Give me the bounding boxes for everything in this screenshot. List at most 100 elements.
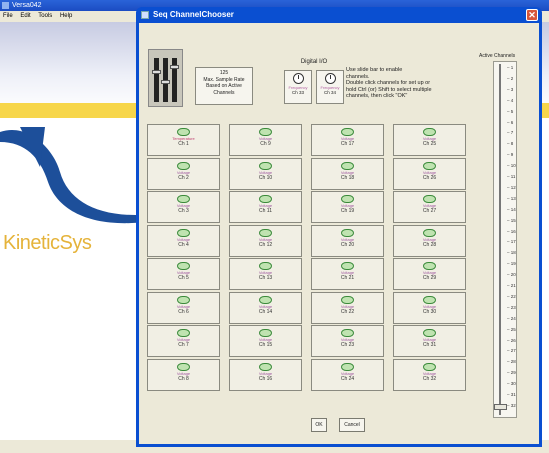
channel-button[interactable]: Voltage Ch 9 [229, 124, 302, 156]
channel-button[interactable]: Voltage Ch 25 [393, 124, 466, 156]
channel-button[interactable]: Voltage Ch 11 [229, 191, 302, 223]
sensor-icon [177, 329, 190, 337]
dialog-title-bar[interactable]: Seq ChannelChooser ✕ [139, 7, 539, 23]
channel-label: Ch 1 [178, 141, 189, 147]
slider-tick-label: – 19 [507, 261, 516, 267]
menu-file[interactable]: File [3, 13, 13, 19]
channel-button[interactable]: Voltage Ch 10 [229, 157, 302, 190]
menu-edit[interactable]: Edit [20, 13, 30, 19]
channel-label: Ch 6 [178, 308, 189, 315]
sensor-icon [177, 362, 190, 371]
channel-button[interactable]: Voltage Ch 15 [229, 325, 302, 357]
channel-label: Ch 10 [258, 174, 273, 181]
close-button[interactable]: ✕ [526, 9, 538, 21]
channel-label: Ch 18 [340, 174, 355, 181]
slider-tick-label: – 28 [507, 359, 516, 365]
channel-button[interactable]: Voltage Ch 16 [229, 358, 302, 391]
channel-button[interactable]: Voltage Ch 22 [311, 291, 384, 324]
channel-button[interactable]: Voltage Ch 2 [147, 157, 220, 190]
sensor-icon [341, 329, 354, 337]
digital-io-label: Digital I/O [300, 59, 328, 65]
slider-tick-label: – 18 [507, 250, 516, 256]
channel-label: Ch 21 [340, 275, 355, 281]
sensor-icon [177, 128, 190, 136]
slider-tick-label: – 25 [507, 326, 516, 332]
channel-label: Ch 15 [258, 342, 273, 348]
digital-channel-33[interactable]: Frequency Ch 33 [284, 70, 312, 104]
digital-channel-34[interactable]: Frequency Ch 34 [316, 70, 344, 104]
channel-label: Ch 32 [422, 375, 437, 382]
channel-label: Ch 2 [178, 174, 189, 181]
channel-button[interactable]: Voltage Ch 7 [147, 325, 220, 357]
slider-tick-label: – 1 [507, 65, 514, 70]
max-sample-rate-button[interactable]: 125 Max. Sample Rate Based on Active Cha… [195, 67, 253, 105]
sensor-icon [177, 228, 190, 237]
sensor-icon [423, 161, 436, 170]
channel-button[interactable]: Voltage Ch 30 [393, 291, 466, 324]
channel-button[interactable]: Voltage Ch 18 [311, 157, 384, 190]
channel-button[interactable]: Voltage Ch 26 [393, 157, 466, 190]
channel-button[interactable]: Voltage Ch 4 [147, 224, 220, 257]
slider-thumb[interactable] [494, 404, 507, 410]
channel-button[interactable]: Voltage Ch 14 [229, 291, 302, 324]
channel-button[interactable]: Temperature Ch 1 [147, 124, 220, 156]
channel-button[interactable]: Voltage Ch 27 [393, 191, 466, 223]
slider-tick-label: – 2 [507, 75, 514, 81]
channel-button[interactable]: Voltage Ch 12 [229, 224, 302, 257]
channel-button[interactable]: Voltage Ch 32 [393, 358, 466, 391]
sensor-icon [259, 262, 272, 270]
sensor-icon [259, 195, 272, 203]
channel-button[interactable]: Voltage Ch 28 [393, 224, 466, 257]
sensor-icon [259, 295, 272, 304]
slider-tick-label: – 30 [507, 381, 516, 387]
active-channels-slider[interactable]: – 1 – 2 – 3 – 4 – 5 – 6 – 7 – 8 – 9 – 10 – 11 – 12 –… [493, 61, 517, 418]
ok-button[interactable]: OK [311, 418, 327, 432]
slider-tick-label: – 17 [507, 239, 516, 245]
channel-label: Ch 13 [258, 275, 273, 281]
channel-button[interactable]: Voltage Ch 8 [147, 358, 220, 391]
slider-tick-label: – 4 [507, 97, 514, 103]
channel-button[interactable]: Voltage Ch 6 [147, 291, 220, 324]
channel-label: Ch 17 [340, 141, 355, 147]
slider-tick-label: – 12 [507, 184, 516, 190]
slider-tick-label: – 11 [507, 174, 516, 179]
channel-label: Ch 19 [340, 208, 355, 214]
channel-label: Ch 4 [178, 241, 189, 248]
channel-button[interactable]: Voltage Ch 24 [311, 358, 384, 391]
channel-button[interactable]: Voltage Ch 20 [311, 224, 384, 257]
sensor-icon [341, 228, 354, 237]
slider-tick-label: – 16 [507, 228, 516, 234]
cancel-button[interactable]: Cancel [339, 418, 365, 432]
channel-button[interactable]: Voltage Ch 17 [311, 124, 384, 156]
channel-label: Ch 23 [340, 342, 355, 348]
channel-button[interactable]: Voltage Ch 13 [229, 258, 302, 290]
slider-rail [499, 64, 501, 415]
slider-tick-label: – 6 [507, 119, 514, 125]
sensor-icon [177, 195, 190, 203]
channel-label: Ch 31 [422, 342, 437, 348]
channel-label: Ch 27 [422, 208, 437, 214]
slider-tick-label: – 15 [507, 217, 516, 223]
channel-button[interactable]: Voltage Ch 23 [311, 325, 384, 357]
sensor-icon [341, 161, 354, 170]
channel-label: Ch 22 [340, 308, 355, 315]
channel-label: Ch 29 [422, 275, 437, 281]
sensor-icon [341, 362, 354, 371]
channel-label: Ch 3 [178, 208, 189, 214]
channel-chooser-dialog: Seq ChannelChooser ✕ 125 Max. Sample Rat… [136, 7, 542, 447]
channel-button[interactable]: Voltage Ch 19 [311, 191, 384, 223]
channel-label: Ch 20 [340, 241, 355, 248]
slider-tick-label: – 14 [507, 206, 516, 212]
channel-button[interactable]: Voltage Ch 29 [393, 258, 466, 290]
channel-button[interactable]: Voltage Ch 5 [147, 258, 220, 290]
channel-button[interactable]: Voltage Ch 21 [311, 258, 384, 290]
menu-help[interactable]: Help [60, 13, 72, 19]
sensor-icon [259, 128, 272, 136]
channel-button[interactable]: Voltage Ch 31 [393, 325, 466, 357]
dialog-icon [141, 11, 149, 19]
slider-tick-label: – 26 [507, 337, 516, 343]
slider-tick-label: – 27 [507, 348, 516, 354]
channel-button[interactable]: Voltage Ch 3 [147, 191, 220, 223]
menu-tools[interactable]: Tools [38, 13, 52, 19]
dialog-title: Seq ChannelChooser [153, 10, 234, 19]
